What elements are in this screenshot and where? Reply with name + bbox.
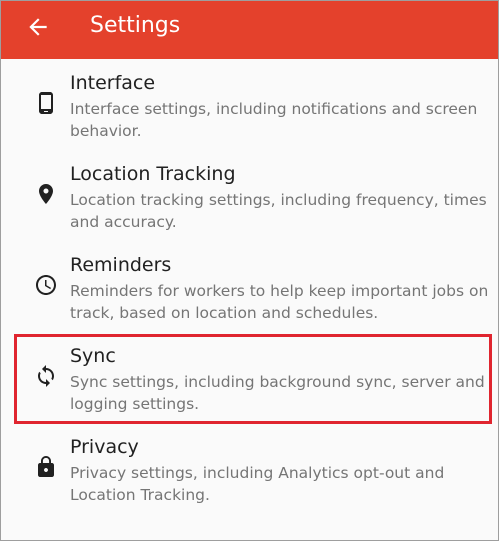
clock-icon: [34, 273, 58, 297]
settings-item-title: Privacy: [70, 436, 139, 458]
settings-item-location-tracking[interactable]: Location Tracking Location tracking sett…: [1, 152, 498, 242]
settings-item-privacy[interactable]: Privacy Privacy settings, including Anal…: [1, 425, 498, 515]
location-pin-icon: [34, 182, 58, 206]
back-button[interactable]: [21, 10, 55, 44]
sync-icon: [34, 364, 58, 388]
settings-item-description: Interface settings, including notificati…: [70, 100, 478, 140]
settings-item-title: Interface: [70, 72, 156, 94]
settings-item-description: Reminders for workers to help keep impor…: [70, 282, 489, 322]
settings-item-sync[interactable]: Sync Sync settings, including background…: [1, 334, 498, 424]
settings-item-title: Sync: [70, 345, 116, 367]
smartphone-icon: [34, 91, 58, 115]
page-title: Settings: [90, 13, 181, 38]
settings-screen: Settings Interface Interface settings, i…: [0, 0, 499, 541]
app-bar: Settings: [1, 1, 498, 59]
arrow-left-icon: [29, 18, 47, 36]
settings-item-description: Privacy settings, including Analytics op…: [70, 464, 445, 504]
lock-icon: [34, 455, 58, 479]
settings-item-title: Reminders: [70, 254, 172, 276]
settings-item-title: Location Tracking: [70, 163, 236, 185]
settings-item-description: Sync settings, including background sync…: [70, 373, 485, 413]
settings-item-description: Location tracking settings, including fr…: [70, 191, 487, 231]
settings-item-reminders[interactable]: Reminders Reminders for workers to help …: [1, 243, 498, 333]
settings-item-interface[interactable]: Interface Interface settings, including …: [1, 61, 498, 151]
